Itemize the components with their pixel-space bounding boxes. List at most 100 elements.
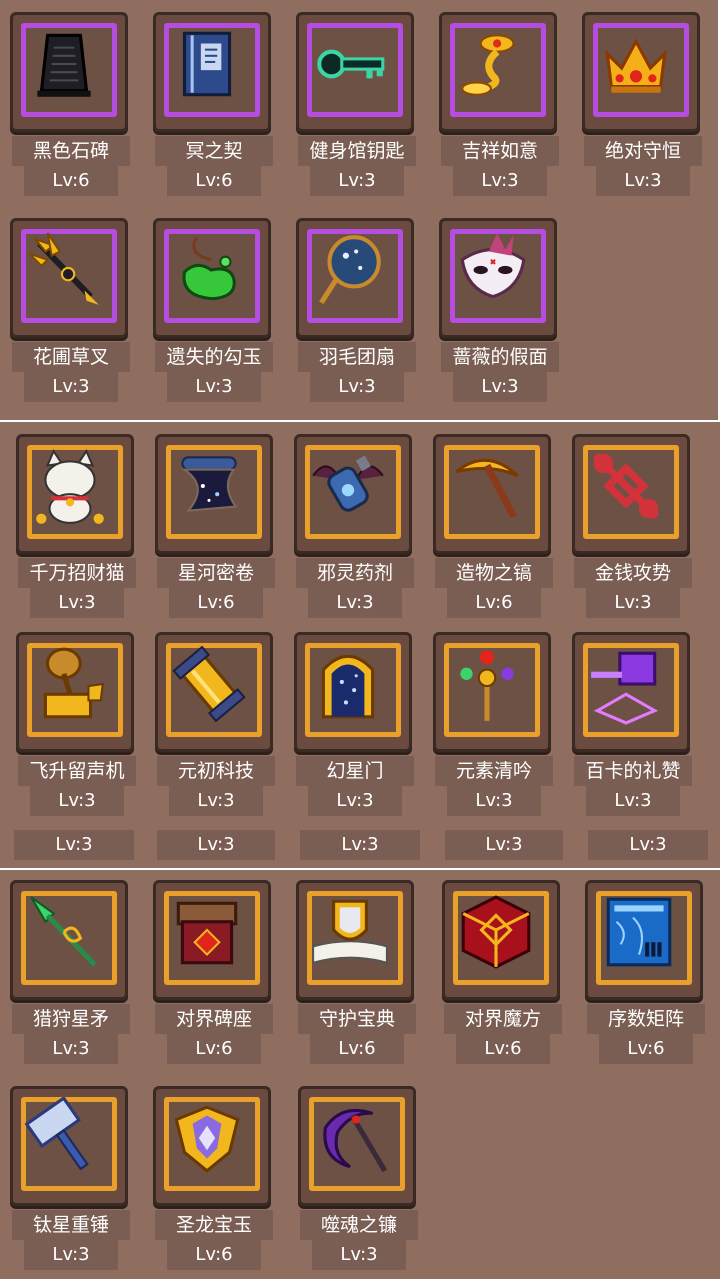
item-name: 造物之镐 <box>435 558 553 588</box>
item-frame <box>582 12 700 132</box>
green-key-icon <box>317 49 385 79</box>
item-name: 健身馆钥匙 <box>298 136 416 166</box>
item-name: 千万招财猫 <box>18 558 136 588</box>
evil-potion-icon <box>312 455 384 512</box>
golden-pitchfork-icon <box>28 232 99 305</box>
item-name: 对界魔方 <box>444 1004 562 1034</box>
mid-inventory-panel: 千万招财猫 Lv:3 星河密卷 Lv:6 邪灵药剂 Lv:3 造物之镐 Lv:6… <box>0 422 720 868</box>
purple-scythe-icon <box>323 1108 388 1173</box>
item-frame <box>433 632 551 752</box>
tech-cylinder-icon <box>172 645 246 723</box>
shield-book-icon <box>312 899 388 965</box>
item-name: 幻星门 <box>296 756 414 786</box>
item-frame <box>16 632 134 752</box>
item-level: Lv:6 <box>599 1034 693 1064</box>
item-level: Lv:3 <box>596 166 690 196</box>
lucky-cat-icon <box>36 449 104 524</box>
item-frame <box>10 1086 128 1206</box>
item-frame <box>585 880 703 1000</box>
strip-level: Lv:3 <box>300 830 420 860</box>
item-name: 邪灵药剂 <box>296 558 414 588</box>
item-name: 绝对守恒 <box>584 136 702 166</box>
item-name: 元初科技 <box>157 756 275 786</box>
item-level: Lv:3 <box>308 588 402 618</box>
item-level: Lv:6 <box>167 166 261 196</box>
dragon-jade-icon <box>174 1105 240 1173</box>
strip-level: Lv:3 <box>588 830 708 860</box>
red-cube-icon <box>461 895 531 969</box>
item-name: 钛星重锤 <box>12 1210 130 1240</box>
item-name: 猎狩星矛 <box>12 1004 130 1034</box>
item-level: Lv:3 <box>167 372 261 402</box>
item-frame <box>294 632 412 752</box>
black-stele-icon <box>37 33 91 97</box>
blue-book-icon <box>182 31 232 97</box>
item-name: 噬魂之镰 <box>300 1210 418 1240</box>
blue-hammer-icon <box>24 1097 89 1171</box>
green-magatama-icon <box>182 236 236 301</box>
item-level: Lv:3 <box>24 372 118 402</box>
item-level: Lv:6 <box>447 588 541 618</box>
item-level: Lv:3 <box>310 372 404 402</box>
red-knot-icon <box>592 452 660 520</box>
item-name: 黑色石碑 <box>12 136 130 166</box>
item-frame <box>153 218 271 338</box>
item-frame <box>433 434 551 554</box>
purple-hammer-icon <box>591 651 659 725</box>
item-level: Lv:3 <box>30 588 124 618</box>
item-name: 飞升留声机 <box>18 756 136 786</box>
item-name: 遗失的勾玉 <box>155 342 273 372</box>
item-frame <box>296 880 414 1000</box>
item-frame <box>439 218 557 338</box>
item-frame <box>10 218 128 338</box>
item-frame <box>10 880 128 1000</box>
item-frame <box>153 12 271 132</box>
item-frame <box>155 632 273 752</box>
item-level: Lv:3 <box>169 786 263 816</box>
pickaxe-icon <box>455 458 519 519</box>
item-frame <box>155 434 273 554</box>
green-spear-icon <box>30 896 97 967</box>
strip-level: Lv:3 <box>157 830 275 860</box>
strip-level: Lv:3 <box>14 830 134 860</box>
item-level: Lv:3 <box>308 786 402 816</box>
item-frame <box>296 218 414 338</box>
item-name: 羽毛团扇 <box>298 342 416 372</box>
item-frame <box>298 1086 416 1206</box>
item-name: 对界碑座 <box>155 1004 273 1034</box>
red-chest-icon <box>176 901 238 965</box>
item-name: 冥之契 <box>155 136 273 166</box>
item-frame <box>442 880 560 1000</box>
gramophone-icon <box>43 647 104 719</box>
item-frame <box>572 632 690 752</box>
item-name: 星河密卷 <box>157 558 275 588</box>
item-level: Lv:3 <box>24 1034 118 1064</box>
item-level: Lv:6 <box>167 1240 261 1270</box>
item-level: Lv:3 <box>453 372 547 402</box>
star-scroll-icon <box>181 456 238 512</box>
item-level: Lv:3 <box>453 166 547 196</box>
white-mask-icon <box>460 233 526 299</box>
blue-panel-icon <box>606 897 672 967</box>
item-level: Lv:3 <box>312 1240 406 1270</box>
item-name: 金钱攻势 <box>574 558 692 588</box>
item-level: Lv:3 <box>24 1240 118 1270</box>
item-level: Lv:6 <box>169 588 263 618</box>
star-gate-icon <box>321 654 375 719</box>
item-frame <box>16 434 134 554</box>
item-level: Lv:3 <box>586 786 680 816</box>
item-name: 吉祥如意 <box>441 136 559 166</box>
item-frame <box>153 1086 271 1206</box>
item-name: 花圃草叉 <box>12 342 130 372</box>
item-frame <box>572 434 690 554</box>
element-staff-icon <box>460 650 514 721</box>
strip-level: Lv:3 <box>445 830 563 860</box>
item-level: Lv:3 <box>447 786 541 816</box>
golden-ruyi-icon <box>461 34 515 96</box>
item-level: Lv:6 <box>24 166 118 196</box>
item-level: Lv:3 <box>586 588 680 618</box>
item-level: Lv:6 <box>167 1034 261 1064</box>
golden-crown-icon <box>605 38 667 93</box>
item-level: Lv:6 <box>456 1034 550 1064</box>
bottom-inventory-panel: 猎狩星矛 Lv:3 对界碑座 Lv:6 守护宝典 Lv:6 对界魔方 Lv:6 … <box>0 870 720 1279</box>
